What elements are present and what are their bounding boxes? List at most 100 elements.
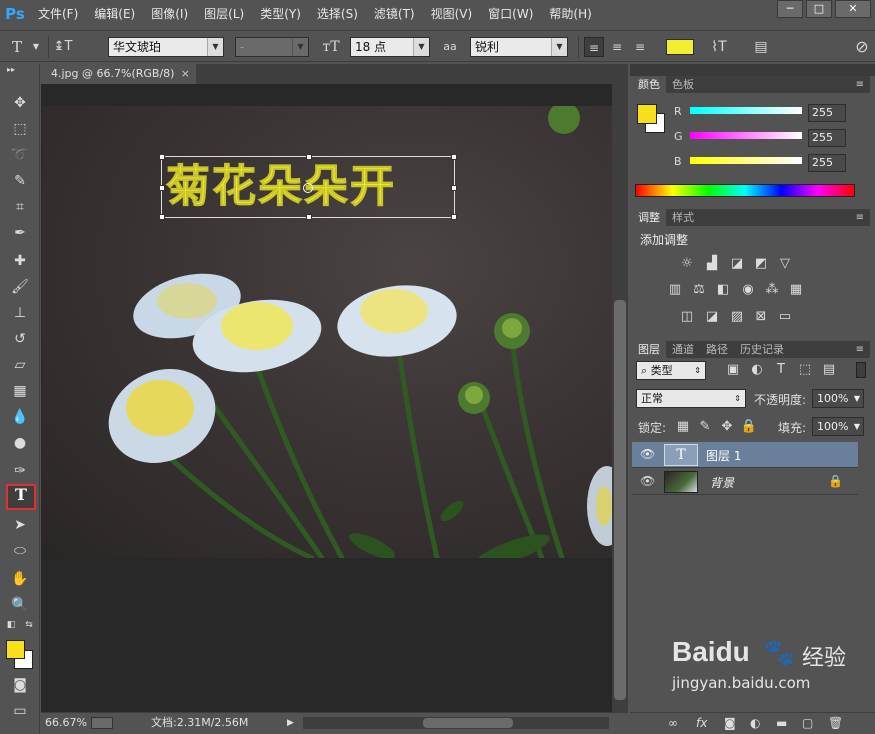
quick-mask-icon[interactable]: ◙ bbox=[8, 674, 32, 696]
hand-tool-icon[interactable]: ✋ bbox=[8, 568, 32, 590]
close-tab-icon[interactable]: × bbox=[181, 64, 190, 84]
antialias-select[interactable]: 锐利 ▼ bbox=[470, 37, 568, 57]
text-color-swatch[interactable] bbox=[666, 39, 694, 55]
lock-transparent-icon[interactable]: ▦ bbox=[674, 419, 692, 435]
channel-g-input[interactable]: 255 bbox=[808, 129, 846, 147]
delete-layer-icon[interactable]: 🗑 bbox=[828, 716, 843, 730]
character-panel-icon[interactable]: ▤ bbox=[750, 37, 772, 57]
status-preview-icon[interactable] bbox=[91, 717, 113, 729]
layer-row[interactable]: 👁 背景 🔒 bbox=[632, 469, 858, 495]
transform-handle[interactable] bbox=[159, 185, 165, 191]
zoom-level[interactable]: 66.67% bbox=[45, 713, 87, 733]
menu-help[interactable]: 帮助(H) bbox=[541, 0, 599, 28]
brush-tool-icon[interactable]: 🖌 bbox=[8, 276, 32, 298]
marquee-tool-icon[interactable]: ⬚ bbox=[8, 118, 32, 140]
eraser-tool-icon[interactable]: ▱ bbox=[8, 354, 32, 376]
transform-handle[interactable] bbox=[306, 214, 312, 220]
tab-layers[interactable]: 图层 bbox=[632, 341, 666, 358]
layer-filter-select[interactable]: ⌕ 类型 ⇕ bbox=[636, 361, 706, 380]
chevron-down-icon[interactable]: ▼ bbox=[30, 37, 42, 57]
visibility-eye-icon[interactable]: 👁 bbox=[640, 474, 655, 488]
opacity-input[interactable]: 100% ▼ bbox=[812, 389, 864, 408]
color-fg-swatch[interactable] bbox=[637, 104, 657, 124]
channel-r-input[interactable]: 255 bbox=[808, 104, 846, 122]
gradient-map-icon[interactable]: ▭ bbox=[776, 309, 794, 325]
healing-brush-tool-icon[interactable]: ✚ bbox=[8, 250, 32, 272]
filter-shape-icon[interactable]: ⬚ bbox=[796, 362, 814, 378]
horizontal-scrollbar[interactable] bbox=[303, 717, 609, 729]
transform-handle[interactable] bbox=[451, 214, 457, 220]
vertical-scroll-thumb[interactable] bbox=[614, 300, 626, 700]
pen-tool-icon[interactable]: ✑ bbox=[8, 460, 32, 482]
panel-menu-icon[interactable]: ≡ bbox=[856, 341, 864, 358]
reference-point-icon[interactable] bbox=[303, 183, 313, 193]
vibrance-icon[interactable]: ▽ bbox=[776, 256, 794, 272]
transform-handle[interactable] bbox=[451, 154, 457, 160]
color-ramp[interactable] bbox=[635, 184, 855, 197]
link-layers-icon[interactable]: ∞ bbox=[668, 716, 678, 730]
layer-name[interactable]: 背景 bbox=[710, 474, 734, 491]
new-group-icon[interactable]: ▬ bbox=[776, 716, 787, 730]
maximize-button[interactable]: □ bbox=[806, 0, 832, 18]
tab-adjustments[interactable]: 调整 bbox=[632, 209, 666, 226]
default-colors-icon[interactable]: ◧ bbox=[4, 620, 18, 630]
posterize-icon[interactable]: ◪ bbox=[703, 309, 721, 325]
move-tool-icon[interactable]: ✥ bbox=[8, 92, 32, 114]
black-white-icon[interactable]: ◧ bbox=[714, 282, 732, 298]
document-image[interactable]: 菊花朵朵开 bbox=[42, 106, 612, 558]
transform-handle[interactable] bbox=[159, 154, 165, 160]
channel-g-slider[interactable] bbox=[690, 132, 802, 139]
new-fill-layer-icon[interactable]: ◐ bbox=[750, 716, 760, 730]
filter-type-icon[interactable]: T bbox=[772, 362, 790, 378]
text-bounding-box[interactable]: 菊花朵朵开 bbox=[159, 154, 457, 220]
menu-select[interactable]: 选择(S) bbox=[309, 0, 366, 28]
status-menu-arrow-icon[interactable]: ▶ bbox=[287, 713, 294, 733]
menu-edit[interactable]: 编辑(E) bbox=[86, 0, 143, 28]
menu-file[interactable]: 文件(F) bbox=[30, 0, 86, 28]
invert-icon[interactable]: ◫ bbox=[678, 309, 696, 325]
lock-position-icon[interactable]: ✥ bbox=[718, 419, 736, 435]
new-layer-icon[interactable]: ▢ bbox=[802, 716, 813, 730]
curves-icon[interactable]: ◪ bbox=[728, 256, 746, 272]
text-tool-preset-icon[interactable]: T bbox=[6, 37, 28, 57]
toggle-orientation-icon[interactable]: ↨T bbox=[52, 37, 74, 57]
font-size-select[interactable]: 18 点 ▼ bbox=[350, 37, 430, 57]
channel-mixer-icon[interactable]: ⁂ bbox=[763, 282, 781, 298]
screen-mode-icon[interactable]: ▭ bbox=[8, 700, 32, 722]
layer-name[interactable]: 图层 1 bbox=[706, 447, 741, 464]
zoom-tool-icon[interactable]: 🔍 bbox=[8, 594, 32, 616]
text-tool-icon[interactable]: T bbox=[6, 484, 36, 510]
tab-history[interactable]: 历史记录 bbox=[734, 341, 790, 358]
warp-text-icon[interactable]: ⌇T bbox=[708, 37, 730, 57]
hue-saturation-icon[interactable]: ▥ bbox=[666, 282, 684, 298]
filter-smart-icon[interactable]: ▤ bbox=[820, 362, 838, 378]
photo-filter-icon[interactable]: ◉ bbox=[739, 282, 757, 298]
menu-type[interactable]: 类型(Y) bbox=[252, 0, 309, 28]
panel-menu-icon[interactable]: ≡ bbox=[856, 209, 864, 226]
channel-b-input[interactable]: 255 bbox=[808, 154, 846, 172]
transform-handle[interactable] bbox=[451, 185, 457, 191]
font-style-select[interactable]: - ▼ bbox=[235, 37, 309, 57]
cancel-icon[interactable]: ⊘ bbox=[852, 37, 872, 57]
menu-view[interactable]: 视图(V) bbox=[423, 0, 481, 28]
filter-toggle[interactable] bbox=[856, 362, 866, 378]
ellipse-tool-icon[interactable]: ⬭ bbox=[8, 540, 32, 562]
filter-image-icon[interactable]: ▣ bbox=[724, 362, 742, 378]
tab-swatches[interactable]: 色板 bbox=[666, 76, 700, 93]
layer-row[interactable]: 👁 T 图层 1 bbox=[632, 442, 858, 468]
channel-r-slider[interactable] bbox=[690, 107, 802, 114]
color-balance-icon[interactable]: ⚖ bbox=[690, 282, 708, 298]
blur-tool-icon[interactable]: 💧 bbox=[8, 406, 32, 428]
channel-b-slider[interactable] bbox=[690, 157, 802, 164]
tab-channels[interactable]: 通道 bbox=[666, 341, 700, 358]
exposure-icon[interactable]: ◩ bbox=[752, 256, 770, 272]
threshold-icon[interactable]: ▨ bbox=[728, 309, 746, 325]
fill-input[interactable]: 100% ▼ bbox=[812, 417, 864, 436]
lasso-tool-icon[interactable]: ➰ bbox=[8, 144, 32, 166]
foreground-color-swatch[interactable] bbox=[6, 640, 25, 659]
visibility-eye-icon[interactable]: 👁 bbox=[640, 447, 655, 461]
levels-icon[interactable]: ▟ bbox=[703, 256, 721, 272]
tab-paths[interactable]: 路径 bbox=[700, 341, 734, 358]
lock-all-icon[interactable]: 🔒 bbox=[740, 419, 758, 435]
quick-select-tool-icon[interactable]: ✎ bbox=[8, 170, 32, 192]
